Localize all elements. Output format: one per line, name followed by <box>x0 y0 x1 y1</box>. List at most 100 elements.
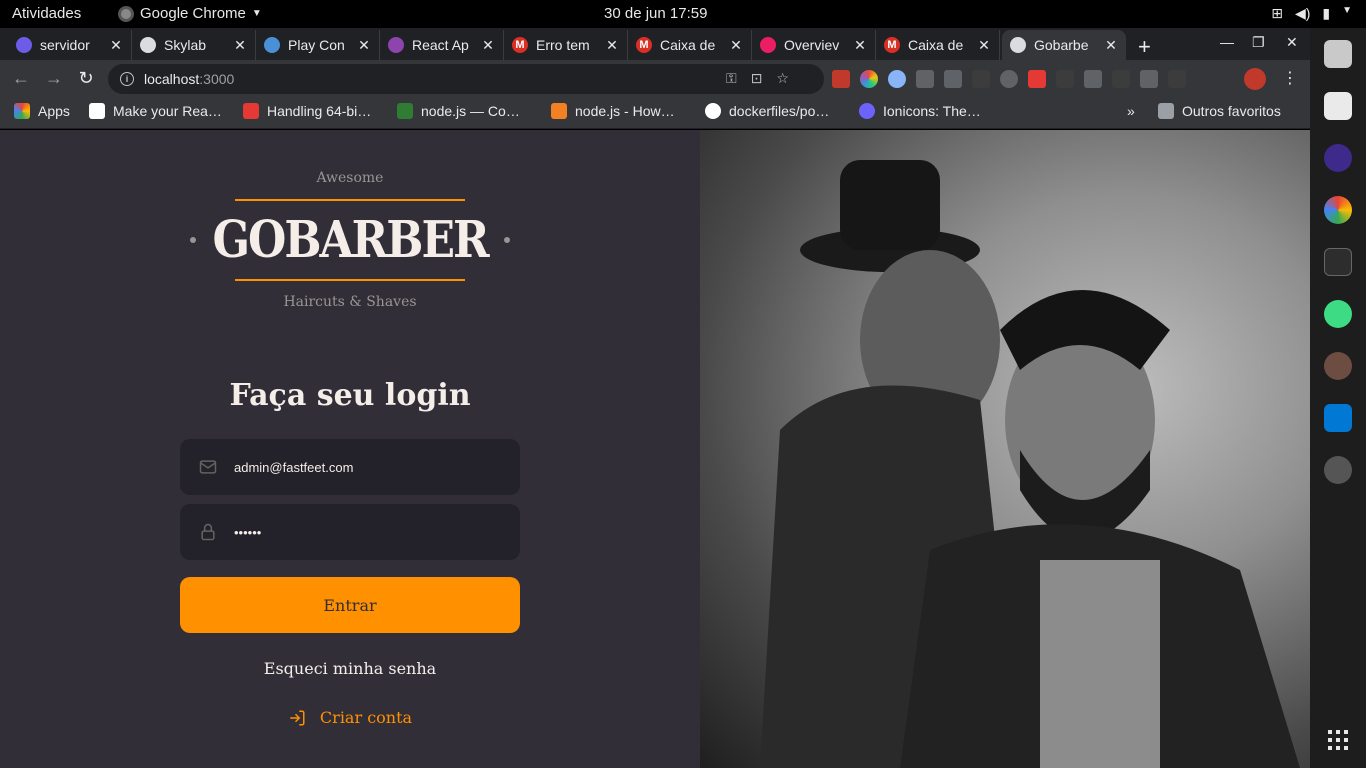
files-icon[interactable] <box>1324 40 1352 68</box>
password-field[interactable] <box>180 504 520 560</box>
close-icon[interactable]: ✕ <box>481 37 495 54</box>
tab-2[interactable]: Play Con ✕ <box>256 30 380 60</box>
activities-button[interactable]: Atividades <box>12 5 81 22</box>
page-title: Faça seu login <box>229 378 471 413</box>
login-button[interactable]: Entrar <box>180 577 520 633</box>
logo-tagline: Haircuts & Shaves <box>283 294 417 310</box>
android-studio-icon[interactable] <box>1324 300 1352 328</box>
tab-title: Erro tem <box>536 37 590 53</box>
close-icon[interactable]: ✕ <box>977 37 991 54</box>
web-page: Awesome GOBARBER Haircuts & Shaves Faça … <box>0 130 1310 768</box>
tab-6[interactable]: Overviev ✕ <box>752 30 876 60</box>
close-icon[interactable]: ✕ <box>729 37 743 54</box>
tab-0[interactable]: servidor ✕ <box>8 30 132 60</box>
star-icon[interactable]: ☆ <box>776 70 789 87</box>
more-menu-icon[interactable]: ⋮ <box>1282 68 1298 88</box>
caret-down-icon: ▼ <box>251 8 262 19</box>
bookmark-item[interactable]: dockerfiles/po… <box>705 103 829 119</box>
tab-8-active[interactable]: Gobarbe ✕ <box>1002 30 1126 60</box>
bookmark-favicon-icon <box>243 103 259 119</box>
key-icon[interactable]: ⚿ <box>726 70 737 87</box>
tab-7[interactable]: M Caixa de ✕ <box>876 30 1000 60</box>
camera-icon[interactable] <box>944 70 962 88</box>
bookmark-label: Handling 64-bi… <box>267 103 372 119</box>
tab-5[interactable]: M Caixa de ✕ <box>628 30 752 60</box>
tab-title: Skylab <box>164 37 207 53</box>
reload-icon[interactable]: ↻ <box>75 68 97 89</box>
bookmark-item[interactable]: Handling 64-bi… <box>243 103 371 119</box>
bookmark-label: Apps <box>38 103 70 119</box>
caret-down-icon: ▼ <box>1342 5 1352 16</box>
password-input[interactable] <box>234 524 504 540</box>
bookmark-item[interactable]: node.js - How… <box>551 103 675 119</box>
close-icon[interactable]: ✕ <box>853 37 867 54</box>
close-icon[interactable]: ✕ <box>605 37 619 54</box>
extension-icon[interactable] <box>1028 70 1046 88</box>
extensions-area <box>832 70 1186 88</box>
extension-icon[interactable] <box>1056 70 1074 88</box>
close-icon[interactable]: ✕ <box>109 37 123 54</box>
logo-brand-row: GOBARBER <box>190 201 510 279</box>
tab-title: Overviev <box>784 37 840 53</box>
chrome-icon[interactable] <box>1324 196 1352 224</box>
tab-title: React Ap <box>412 37 469 53</box>
extension-icon[interactable] <box>972 70 990 88</box>
show-apps-icon[interactable] <box>1328 730 1348 750</box>
tab-3[interactable]: React Ap ✕ <box>380 30 504 60</box>
text-editor-icon[interactable] <box>1324 92 1352 120</box>
profile-avatar[interactable] <box>1244 68 1266 90</box>
extension-icon[interactable] <box>888 70 906 88</box>
maximize-button[interactable]: ❐ <box>1252 34 1265 51</box>
email-field[interactable] <box>180 439 520 495</box>
close-icon[interactable]: ✕ <box>233 37 247 54</box>
tab-1[interactable]: Skylab ✕ <box>132 30 256 60</box>
bookmark-item[interactable]: Make your Rea… <box>89 103 222 119</box>
new-tab-button[interactable]: + <box>1138 34 1151 60</box>
disc-icon[interactable] <box>1324 456 1352 484</box>
extension-icon[interactable] <box>1000 70 1018 88</box>
close-icon[interactable]: ✕ <box>1104 37 1118 54</box>
close-icon[interactable]: ✕ <box>357 37 371 54</box>
minimize-button[interactable]: — <box>1220 34 1234 50</box>
tab-title: Caixa de <box>660 37 716 53</box>
gmail-icon: M <box>636 37 652 53</box>
info-icon[interactable]: i <box>120 72 134 86</box>
bookmark-item[interactable]: node.js — Co… <box>397 103 520 119</box>
tab-title: Caixa de <box>908 37 964 53</box>
terminal-icon[interactable] <box>1324 248 1352 276</box>
extension-icon[interactable] <box>916 70 934 88</box>
vscode-icon[interactable] <box>1324 404 1352 432</box>
logo-dot <box>190 237 197 243</box>
app-icon[interactable] <box>1324 144 1352 172</box>
close-window-button[interactable]: ✕ <box>1286 34 1298 51</box>
chevron-right-icon[interactable]: » <box>1127 103 1135 119</box>
app-icon[interactable] <box>1324 352 1352 380</box>
back-arrow-icon[interactable]: ← <box>10 68 32 89</box>
bookmark-apps[interactable]: Apps <box>14 103 70 119</box>
extension-icon[interactable] <box>1112 70 1130 88</box>
tab-4[interactable]: M Erro tem ✕ <box>504 30 628 60</box>
login-panel: Awesome GOBARBER Haircuts & Shaves Faça … <box>0 130 700 768</box>
system-tray[interactable]: ⊞ ◀) ▮ ▼ <box>1271 5 1352 22</box>
bookmark-other-folder[interactable]: Outros favoritos <box>1158 103 1281 119</box>
forward-arrow-icon[interactable]: → <box>43 68 65 89</box>
email-input[interactable] <box>234 459 504 475</box>
app-menu-label: Google Chrome <box>140 5 246 22</box>
grid-icon[interactable] <box>1084 70 1102 88</box>
desktop: Atividades Google Chrome ▼ 30 de jun 17:… <box>0 0 1366 768</box>
puzzle-icon[interactable] <box>1140 70 1158 88</box>
bookmark-label: node.js - How… <box>575 103 675 119</box>
extension-icon[interactable] <box>832 70 850 88</box>
translate-icon[interactable]: ⊡ <box>751 70 763 87</box>
tab-title: Play Con <box>288 37 345 53</box>
logo-top-text: Awesome <box>316 170 384 186</box>
color-picker-icon[interactable] <box>860 70 878 88</box>
barber-photo <box>760 160 1300 768</box>
address-bar[interactable]: i localhost:3000 <box>108 64 824 94</box>
forgot-password-link[interactable]: Esqueci minha senha <box>264 659 436 678</box>
app-menu[interactable]: Google Chrome ▼ <box>118 5 262 22</box>
create-account-link[interactable]: Criar conta <box>288 708 412 727</box>
bookmark-item[interactable]: Ionicons: The… <box>859 103 981 119</box>
system-clock[interactable]: 30 de jun 17:59 <box>604 5 707 22</box>
media-icon[interactable] <box>1168 70 1186 88</box>
